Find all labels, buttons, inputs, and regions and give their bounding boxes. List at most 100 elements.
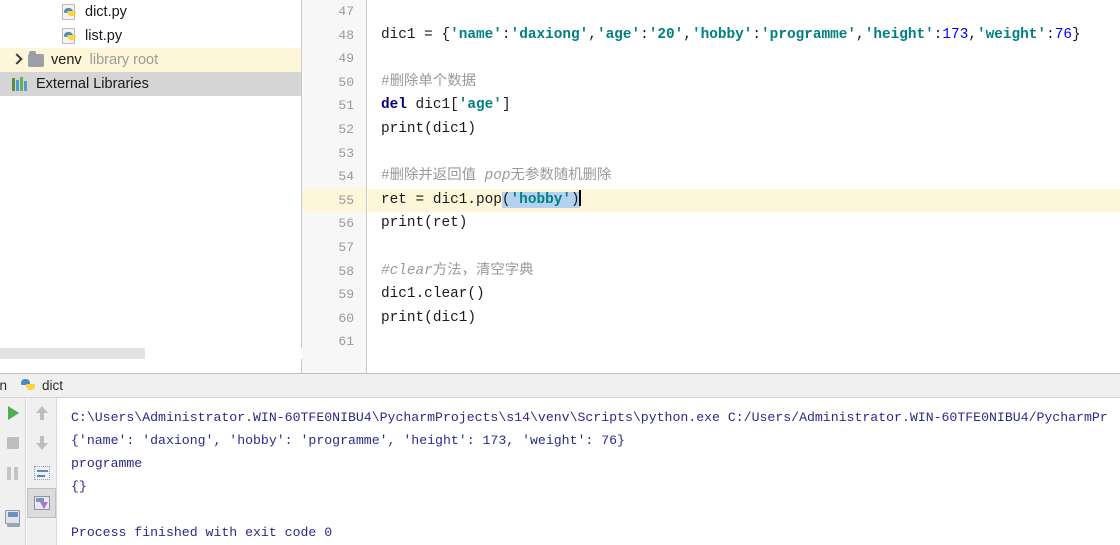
code-token: 'daxiong': [510, 26, 589, 43]
scrollbar-thumb[interactable]: [0, 348, 145, 359]
tree-item-venv[interactable]: venv library root: [0, 48, 301, 72]
books-icon: [12, 77, 28, 91]
code-line-content: del dic1['age']: [368, 97, 511, 113]
console-line: {}: [71, 479, 87, 494]
rerun-button[interactable]: [0, 398, 25, 428]
code-token: dic1 = {: [381, 26, 451, 43]
line-number: 53: [338, 145, 354, 161]
stop-button[interactable]: [0, 428, 25, 458]
python-file-icon: [62, 4, 78, 20]
code-token: :: [752, 26, 762, 43]
line-number: 58: [338, 263, 354, 279]
code-line[interactable]: print(dic1): [368, 118, 1120, 142]
code-line-content: print(dic1): [368, 121, 476, 137]
down-arrow-button[interactable]: [27, 428, 56, 458]
code-token: 无参数随机删除: [510, 168, 612, 185]
code-token: '20': [648, 26, 684, 43]
code-token: 方法，清空字典: [432, 262, 534, 279]
code-line[interactable]: [368, 0, 1120, 24]
run-tabbar: un dict: [0, 374, 1120, 398]
code-line-content: #删除并返回值 pop无参数随机删除: [368, 168, 611, 184]
code-line[interactable]: [368, 330, 1120, 354]
scroll-to-end-button[interactable]: [27, 488, 56, 518]
editor-code-area[interactable]: dic1 = {'name':'daxiong','age':'20','hob…: [368, 0, 1120, 373]
line-number: 59: [338, 287, 354, 303]
code-token: print(dic1): [381, 309, 476, 326]
console-output[interactable]: C:\Users\Administrator.WIN-60TFE0NIBU4\P…: [58, 398, 1120, 545]
code-line-content: [368, 333, 390, 349]
code-token: }: [1072, 26, 1081, 43]
editor-gutter[interactable]: 47 48 49 50 51 52 53 54 55 56 57 58 59 60 61: [302, 0, 367, 373]
code-token: del: [381, 97, 407, 114]
code-editor[interactable]: 47 48 49 50 51 52 53 54 55 56 57 58 59 60 61 dic1 = {'…: [302, 0, 1120, 373]
run-tab-label: dict: [42, 378, 64, 393]
project-tree-horizontal-scrollbar[interactable]: [0, 348, 302, 359]
tree-item-label: dict.py: [85, 4, 127, 20]
code-token: :: [640, 26, 649, 43]
line-number: 54: [338, 169, 354, 185]
run-window-title: un: [0, 378, 8, 393]
arrow-up-icon: [35, 406, 48, 420]
run-tab-dict[interactable]: dict: [21, 378, 63, 393]
line-number: 55: [302, 188, 366, 213]
tree-item-label: list.py: [85, 28, 123, 44]
text-caret: [578, 189, 581, 206]
code-line-content: print(ret): [368, 215, 467, 231]
code-token: ]: [501, 97, 511, 114]
code-line-content: #clear方法，清空字典: [368, 263, 534, 279]
code-token: ,: [968, 26, 977, 43]
code-token: #删除单个数据: [381, 73, 476, 90]
code-line-content: [368, 3, 390, 19]
code-line-content: ret = dic1.pop('hobby'): [368, 189, 581, 208]
run-tool-window: un dict C:\Users\Administrator.WIN-60TFE…: [0, 373, 1120, 545]
print-button[interactable]: [0, 502, 25, 532]
code-line[interactable]: [368, 142, 1120, 166]
up-arrow-button[interactable]: [27, 398, 56, 428]
line-number: 52: [338, 121, 354, 137]
line-number: 51: [338, 98, 354, 114]
code-line-content: print(dic1): [368, 310, 476, 326]
code-line[interactable]: print(ret): [368, 212, 1120, 236]
code-token: dic1.clear(): [381, 286, 485, 303]
code-line[interactable]: #删除并返回值 pop无参数随机删除: [368, 165, 1120, 189]
run-toolbar-left: [0, 398, 26, 545]
line-number: 60: [338, 310, 354, 326]
code-line-content: [368, 145, 390, 161]
tree-item-dict-py[interactable]: dict.py: [0, 0, 301, 24]
code-line[interactable]: [368, 47, 1120, 71]
code-line[interactable]: ret = dic1.pop('hobby'): [368, 188, 1120, 213]
run-icon: [8, 406, 19, 420]
code-token: 'hobby': [510, 191, 571, 208]
code-token: pop: [484, 168, 511, 185]
code-line[interactable]: dic1 = {'name':'daxiong','age':'20','hob…: [368, 24, 1120, 48]
folder-icon: [28, 50, 44, 67]
console-line: programme: [71, 456, 143, 471]
chevron-right-icon[interactable]: [10, 53, 24, 67]
code-line[interactable]: [368, 236, 1120, 260]
arrow-down-icon: [35, 436, 48, 450]
code-line-content: #删除单个数据: [368, 74, 476, 90]
console-line: C:\Users\Administrator.WIN-60TFE0NIBU4\P…: [71, 410, 1108, 425]
code-token: print(ret): [381, 215, 468, 232]
code-line[interactable]: #clear方法，清空字典: [368, 260, 1120, 284]
soft-wrap-button[interactable]: [27, 458, 56, 488]
pause-icon: [6, 466, 19, 480]
code-token: 'programme': [761, 26, 857, 43]
tree-item-list-py[interactable]: list.py: [0, 24, 301, 48]
line-number: 61: [338, 334, 354, 350]
code-line[interactable]: print(dic1): [368, 307, 1120, 331]
code-line[interactable]: del dic1['age']: [368, 94, 1120, 118]
tree-item-external-libraries[interactable]: External Libraries: [0, 72, 301, 96]
code-token: 'age': [596, 26, 641, 43]
stop-icon: [6, 437, 19, 449]
code-token: #clear: [381, 262, 433, 279]
code-line-content: [368, 50, 390, 66]
code-token: ret = dic1.pop: [381, 191, 502, 208]
code-token: 'height': [864, 26, 934, 43]
pause-button[interactable]: [0, 458, 25, 488]
scroll-to-end-icon: [33, 496, 50, 510]
code-line[interactable]: #删除单个数据: [368, 71, 1120, 95]
code-token: 'name': [450, 26, 502, 43]
console-line: Process finished with exit code 0: [71, 525, 333, 540]
code-line[interactable]: dic1.clear(): [368, 283, 1120, 307]
